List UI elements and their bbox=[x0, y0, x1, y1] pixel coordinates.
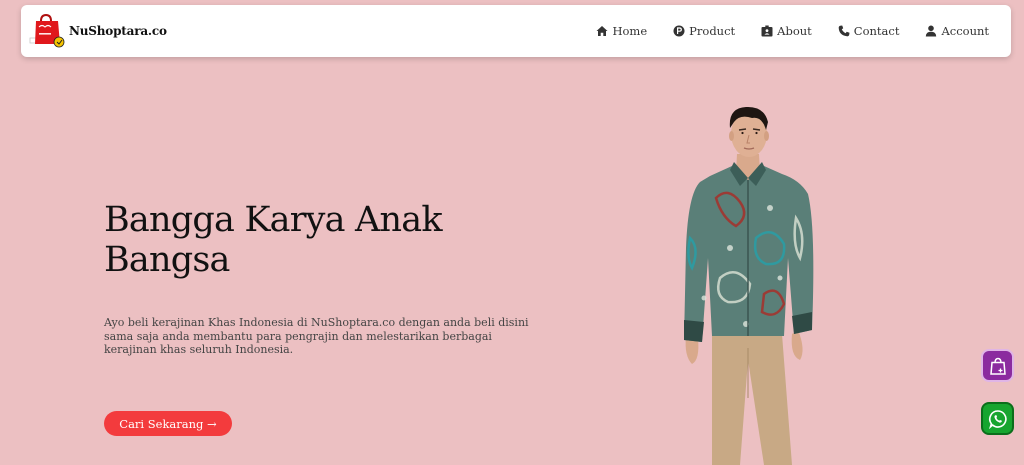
product-icon bbox=[673, 25, 685, 37]
navbar: NuShoptara.co Home Product About Contact… bbox=[21, 5, 1011, 57]
about-icon bbox=[761, 25, 773, 37]
floating-cart-button[interactable] bbox=[981, 349, 1014, 382]
nav-about[interactable]: About bbox=[761, 24, 812, 38]
nav-contact-label: Contact bbox=[853, 24, 900, 38]
nav-account[interactable]: Account bbox=[925, 24, 989, 38]
shopping-bag-icon bbox=[29, 13, 65, 48]
batik-shirt-model bbox=[684, 106, 814, 465]
floating-whatsapp-button[interactable] bbox=[981, 402, 1014, 435]
cari-sekarang-button[interactable]: Cari Sekarang → bbox=[104, 411, 232, 436]
nav-product-label: Product bbox=[689, 24, 736, 38]
nav-home[interactable]: Home bbox=[596, 24, 647, 38]
brand[interactable]: NuShoptara.co bbox=[27, 11, 167, 51]
brand-name: NuShoptara.co bbox=[69, 24, 167, 38]
shopping-bag-icon bbox=[989, 357, 1006, 375]
nav-menu: Home Product About Contact Account bbox=[596, 24, 989, 38]
hero-title: Bangga Karya Anak Bangsa bbox=[104, 200, 443, 280]
nav-home-label: Home bbox=[612, 24, 648, 38]
nav-about-label: About bbox=[777, 24, 812, 38]
whatsapp-icon bbox=[988, 409, 1007, 429]
home-icon bbox=[596, 26, 608, 36]
nav-contact[interactable]: Contact bbox=[838, 24, 900, 38]
phone-icon bbox=[838, 25, 850, 37]
nav-product[interactable]: Product bbox=[673, 24, 735, 38]
hero-description: Ayo beli kerajinan Khas Indonesia di NuS… bbox=[104, 316, 529, 356]
nav-account-label: Account bbox=[941, 24, 989, 38]
user-icon bbox=[926, 25, 937, 37]
